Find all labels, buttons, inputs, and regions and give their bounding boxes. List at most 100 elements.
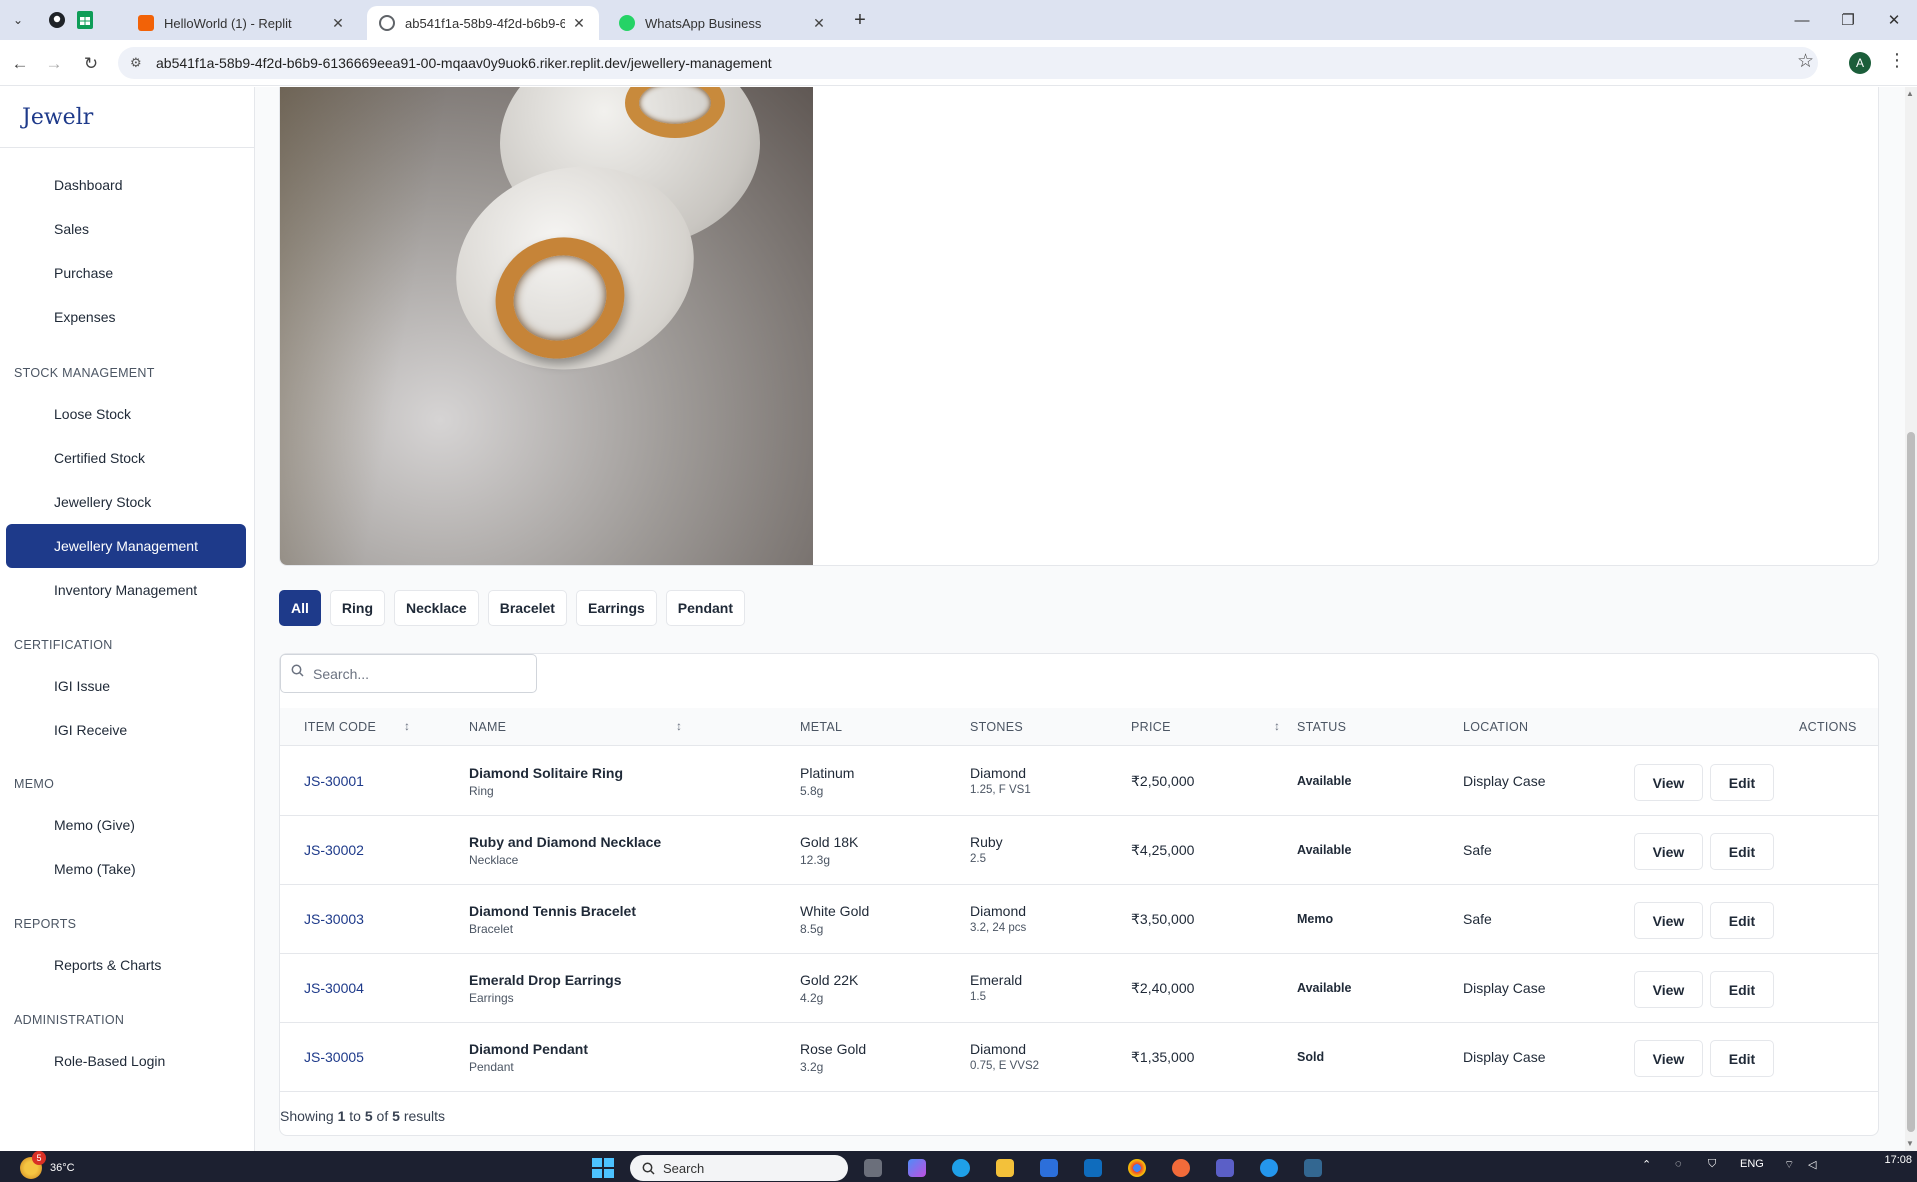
filter-ring[interactable]: Ring	[329, 590, 385, 626]
url-text[interactable]: ab541f1a-58b9-4f2d-b6b9-6136669eea91-00-…	[156, 55, 772, 71]
view-button[interactable]: View	[1634, 971, 1703, 1008]
edit-button[interactable]: Edit	[1710, 1040, 1774, 1077]
filter-bracelet[interactable]: Bracelet	[487, 590, 567, 626]
filter-pendant[interactable]: Pendant	[665, 590, 746, 626]
item-code-link[interactable]: JS-30002	[304, 842, 364, 858]
scroll-thumb[interactable]	[1907, 432, 1915, 1132]
defender-shield-icon[interactable]: ⛉	[1708, 1158, 1716, 1171]
jewellery-table-card: ITEM CODE ↕ NAME ↕ METAL STONES PRICE ↕ …	[279, 653, 1879, 1136]
profile-avatar[interactable]: A	[1849, 52, 1871, 74]
sidebar-item-dashboard[interactable]: Dashboard	[6, 163, 246, 207]
sidebar-item-sales[interactable]: Sales	[6, 207, 246, 251]
item-stone: Emerald	[970, 972, 1023, 988]
header-name[interactable]: NAME	[469, 720, 506, 734]
task-view-icon[interactable]	[864, 1159, 882, 1177]
filter-all[interactable]: All	[279, 590, 321, 626]
sheets-pinned-tab-icon[interactable]	[74, 9, 96, 31]
sidebar-item-role-based-login[interactable]: Role-Based Login	[6, 1039, 246, 1083]
edit-button[interactable]: Edit	[1710, 902, 1774, 939]
sidebar-item-memo-take[interactable]: Memo (Take)	[6, 847, 246, 891]
search-input[interactable]	[313, 663, 523, 685]
item-code-link[interactable]: JS-30005	[304, 1049, 364, 1065]
sidebar-item-jewellery-management[interactable]: Jewellery Management	[6, 524, 246, 568]
copilot-icon[interactable]	[908, 1159, 926, 1177]
sidebar-item-certified-stock[interactable]: Certified Stock	[6, 436, 246, 480]
item-price: ₹4,25,000	[1131, 842, 1195, 858]
browser-menu-icon[interactable]: ⋮	[1888, 50, 1906, 71]
sidebar-item-inventory-management[interactable]: Inventory Management	[6, 568, 246, 612]
store-icon[interactable]	[1040, 1159, 1058, 1177]
clock[interactable]: 17:08	[1872, 1154, 1912, 1166]
view-button[interactable]: View	[1634, 764, 1703, 801]
windows-start-icon[interactable]	[592, 1158, 614, 1178]
sidebar-item-reports-charts[interactable]: Reports & Charts	[6, 943, 246, 987]
edit-button[interactable]: Edit	[1710, 764, 1774, 801]
taskbar-search[interactable]: Search	[630, 1155, 848, 1181]
postgres-icon[interactable]	[1304, 1159, 1322, 1177]
tab-whatsapp-business[interactable]: WhatsApp Business ✕	[607, 6, 839, 40]
scroll-down-arrow-icon[interactable]: ▼	[1906, 1139, 1914, 1148]
site-info-icon[interactable]: ⚙	[130, 55, 142, 71]
tab-search-chevron-icon[interactable]: ⌄	[8, 10, 28, 30]
network-icon[interactable]: ◌	[1675, 1158, 1682, 1170]
weather-temperature: 36°C	[50, 1162, 75, 1174]
filter-necklace[interactable]: Necklace	[394, 590, 479, 626]
github-pinned-tab-icon[interactable]	[46, 9, 68, 31]
sidebar-item-loose-stock[interactable]: Loose Stock	[6, 392, 246, 436]
item-code-link[interactable]: JS-30003	[304, 911, 364, 927]
header-price[interactable]: PRICE	[1131, 720, 1171, 734]
wifi-icon[interactable]: ⌔	[1784, 1158, 1794, 1172]
restore-icon[interactable]: ❐	[1833, 8, 1863, 32]
sidebar-item-igi-receive[interactable]: IGI Receive	[6, 708, 246, 752]
reload-icon[interactable]: ↻	[79, 52, 103, 76]
close-icon[interactable]: ✕	[330, 15, 346, 32]
close-icon[interactable]: ✕	[811, 15, 827, 32]
sidebar-item-purchase[interactable]: Purchase	[6, 251, 246, 295]
jewellery-earrings-photo	[280, 87, 813, 565]
view-button[interactable]: View	[1634, 833, 1703, 870]
status-badge: Sold	[1297, 1050, 1325, 1064]
postman-icon[interactable]	[1172, 1159, 1190, 1177]
scroll-up-arrow-icon[interactable]: ▲	[1906, 89, 1914, 98]
url-omnibox[interactable]: ⚙ ab541f1a-58b9-4f2d-b6b9-6136669eea91-0…	[118, 47, 1818, 79]
new-tab-plus-icon[interactable]: +	[848, 8, 872, 32]
sort-icon[interactable]: ↕	[1274, 719, 1280, 733]
sort-icon[interactable]: ↕	[676, 719, 682, 733]
edit-button[interactable]: Edit	[1710, 833, 1774, 870]
sidebar-item-expenses[interactable]: Expenses	[6, 295, 246, 339]
tab-replit-helloworld[interactable]: HelloWorld (1) - Replit ✕	[126, 6, 358, 40]
file-explorer-icon[interactable]	[996, 1159, 1014, 1177]
outlook-icon[interactable]	[1084, 1159, 1102, 1177]
forward-arrow-icon[interactable]: →	[42, 52, 66, 76]
sidebar-item-igi-issue[interactable]: IGI Issue	[6, 664, 246, 708]
sort-icon[interactable]: ↕	[404, 719, 410, 733]
filter-earrings[interactable]: Earrings	[575, 590, 657, 626]
back-arrow-icon[interactable]: ←	[8, 52, 32, 76]
language-indicator[interactable]: ENG	[1740, 1158, 1764, 1170]
tab-jewellery-management[interactable]: ab541f1a-58b9-4f2d-b6b9-6136 ✕	[367, 6, 599, 40]
view-button[interactable]: View	[1634, 902, 1703, 939]
item-code-link[interactable]: JS-30001	[304, 773, 364, 789]
edit-button[interactable]: Edit	[1710, 971, 1774, 1008]
minimize-icon[interactable]: —	[1787, 8, 1817, 32]
close-icon[interactable]: ✕	[571, 15, 587, 32]
edge-icon[interactable]	[952, 1159, 970, 1177]
weather-widget[interactable]: 5 36°C	[20, 1151, 75, 1179]
chrome-icon[interactable]	[1128, 1159, 1146, 1177]
item-code-link[interactable]: JS-30004	[304, 980, 364, 996]
view-button[interactable]: View	[1634, 1040, 1703, 1077]
sidebar-item-memo-give[interactable]: Memo (Give)	[6, 803, 246, 847]
volume-icon[interactable]: ◁	[1808, 1158, 1816, 1171]
teams-icon[interactable]	[1216, 1159, 1234, 1177]
page-scrollbar[interactable]: ▲ ▼	[1905, 87, 1917, 1151]
header-item-code[interactable]: ITEM CODE	[304, 720, 376, 734]
sidebar-item-jewellery-stock[interactable]: Jewellery Stock	[6, 480, 246, 524]
bookmark-star-icon[interactable]: ☆	[1797, 50, 1814, 73]
window-close-icon[interactable]: ✕	[1879, 8, 1909, 32]
tray-chevron-icon[interactable]: ⌃	[1642, 1158, 1651, 1171]
item-weight: 12.3g	[800, 853, 831, 867]
table-row: JS-30004 Emerald Drop Earrings Earrings …	[280, 954, 1878, 1023]
docker-icon[interactable]	[1260, 1159, 1278, 1177]
brand-logo[interactable]: Jewelr	[22, 105, 93, 130]
status-badge: Memo	[1297, 912, 1334, 926]
